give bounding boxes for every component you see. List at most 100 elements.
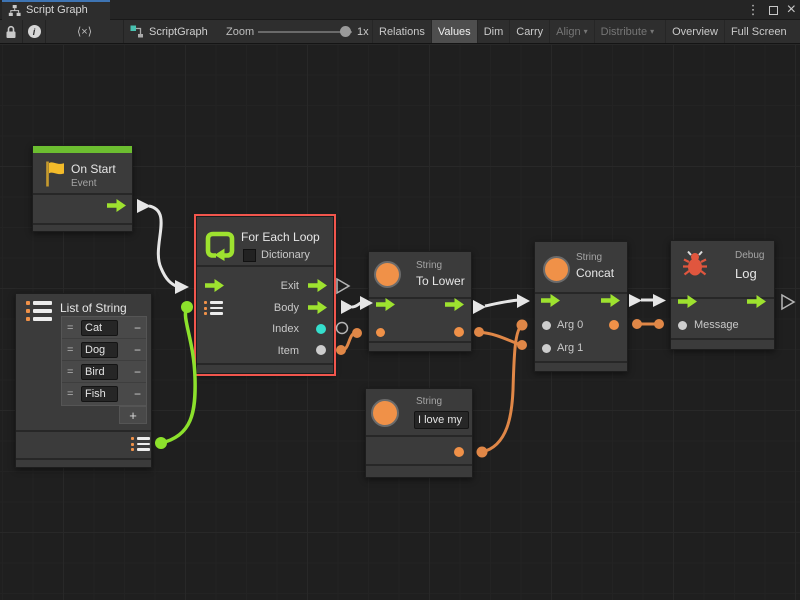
flag-icon [44, 160, 65, 188]
values-button[interactable]: Values [431, 20, 477, 43]
script-graph-icon [130, 25, 144, 38]
port-exit-out[interactable] [308, 279, 327, 292]
drag-handle-icon[interactable]: = [67, 344, 81, 356]
remove-item-button[interactable]: − [134, 343, 141, 357]
node-list-of-string[interactable]: List of String = − = − = − = − [15, 293, 152, 468]
zoom-slider-handle[interactable] [340, 26, 351, 37]
port-body-out[interactable] [308, 301, 327, 314]
code-icon: ⟨×⟩ [77, 25, 92, 38]
port-for-each-flow-in[interactable] [205, 279, 224, 292]
breadcrumb-graph-name: ScriptGraph [149, 26, 208, 38]
node-debug-log[interactable]: Debug Log Message [670, 240, 775, 350]
node-divider [366, 435, 472, 437]
node-subtitle: Event [71, 178, 97, 189]
node-divider [366, 464, 472, 466]
node-string-literal[interactable]: String [365, 388, 473, 478]
node-title: On Start [71, 162, 116, 176]
tab-title: Script Graph [26, 4, 88, 16]
code-view-button[interactable]: ⟨×⟩ [46, 20, 124, 43]
list-row: = − [62, 361, 146, 383]
carry-button[interactable]: Carry [509, 20, 549, 43]
port-for-each-list-in[interactable] [204, 301, 223, 315]
chevron-down-icon: ▾ [650, 27, 654, 36]
port-list-out[interactable] [131, 437, 150, 451]
node-subtitle: String [416, 260, 442, 271]
node-divider [535, 292, 627, 294]
node-divider [535, 361, 627, 363]
exit-port-label: Exit [281, 280, 299, 292]
tab-bar: Script Graph ⋮ × [0, 0, 800, 20]
node-to-lower[interactable]: String To Lower [368, 251, 472, 352]
port-item-out[interactable] [316, 345, 326, 355]
add-item-button[interactable]: + [119, 406, 147, 424]
align-dropdown[interactable]: Align▾ [549, 20, 593, 43]
list-item-input-2[interactable] [81, 364, 118, 380]
drag-handle-icon[interactable]: = [67, 388, 81, 400]
info-button[interactable]: i [23, 20, 46, 43]
node-title: List of String [60, 301, 127, 315]
port-to-lower-result-out[interactable] [454, 327, 464, 337]
overview-button[interactable]: Overview [665, 20, 724, 43]
window-controls: ⋮ × [747, 0, 796, 20]
zoom-label: Zoom [226, 26, 254, 38]
relations-button[interactable]: Relations [372, 20, 431, 43]
node-subtitle: Debug [735, 250, 764, 261]
port-concat-flow-out[interactable] [601, 294, 620, 307]
list-item-input-3[interactable] [81, 386, 118, 402]
node-on-start[interactable]: On Start Event [32, 145, 133, 232]
bug-icon [681, 249, 709, 279]
node-title: For Each Loop [241, 230, 320, 244]
node-title: Concat [576, 266, 614, 280]
node-title: To Lower [416, 274, 465, 288]
arg1-label: Arg 1 [557, 342, 583, 354]
string-type-icon [374, 261, 401, 288]
node-subtitle: String [416, 396, 442, 407]
port-to-lower-string-in[interactable] [376, 328, 385, 337]
remove-item-button[interactable]: − [134, 365, 141, 379]
port-on-start-flow-out[interactable] [107, 199, 126, 212]
chevron-down-icon: ▾ [584, 27, 588, 36]
list-row: = − [62, 383, 146, 405]
drag-handle-icon[interactable]: = [67, 322, 81, 334]
node-for-each-loop[interactable]: For Each Loop Dictionary Exit Body Index… [196, 216, 334, 374]
node-divider [197, 265, 333, 267]
node-divider [369, 341, 471, 343]
full-screen-button[interactable]: Full Screen [724, 20, 793, 43]
port-to-lower-flow-out[interactable] [445, 298, 464, 311]
active-tab-accent [2, 0, 110, 2]
node-divider [33, 193, 132, 195]
script-graph-window: Script Graph ⋮ × i ⟨×⟩ ScriptG [0, 0, 800, 600]
dictionary-label: Dictionary [261, 249, 310, 261]
port-message-in[interactable] [678, 321, 687, 330]
node-divider [197, 363, 333, 365]
port-arg1-in[interactable] [542, 344, 551, 353]
list-item-input-0[interactable] [81, 320, 118, 336]
item-port-label: Item [278, 345, 299, 357]
message-label: Message [694, 319, 739, 331]
window-close-button[interactable]: × [787, 0, 796, 20]
node-divider [16, 458, 151, 460]
dictionary-checkbox[interactable] [243, 249, 256, 262]
port-arg0-in[interactable] [542, 321, 551, 330]
dim-button[interactable]: Dim [477, 20, 510, 43]
tab-script-graph[interactable]: Script Graph [2, 0, 110, 20]
zoom-slider[interactable] [258, 31, 352, 33]
breadcrumb[interactable]: ScriptGraph [130, 20, 208, 43]
lock-button[interactable] [0, 20, 23, 43]
string-value-input[interactable] [414, 411, 469, 429]
graph-toolbar: i ⟨×⟩ ScriptGraph Zoom 1x Relations Valu… [0, 20, 800, 44]
list-item-input-1[interactable] [81, 342, 118, 358]
window-menu-button[interactable]: ⋮ [747, 0, 760, 20]
distribute-dropdown[interactable]: Distribute▾ [594, 20, 660, 43]
drag-handle-icon[interactable]: = [67, 366, 81, 378]
port-concat-flow-in[interactable] [541, 294, 560, 307]
port-to-lower-flow-in[interactable] [376, 298, 395, 311]
node-concat[interactable]: String Concat Arg 0 Arg 1 [534, 241, 628, 372]
port-string-out[interactable] [454, 447, 464, 457]
remove-item-button[interactable]: − [134, 387, 141, 401]
port-index-out[interactable] [316, 324, 326, 334]
node-divider [16, 430, 151, 432]
window-maximize-button[interactable] [769, 6, 778, 15]
port-concat-result-out[interactable] [609, 320, 619, 330]
remove-item-button[interactable]: − [134, 321, 141, 335]
